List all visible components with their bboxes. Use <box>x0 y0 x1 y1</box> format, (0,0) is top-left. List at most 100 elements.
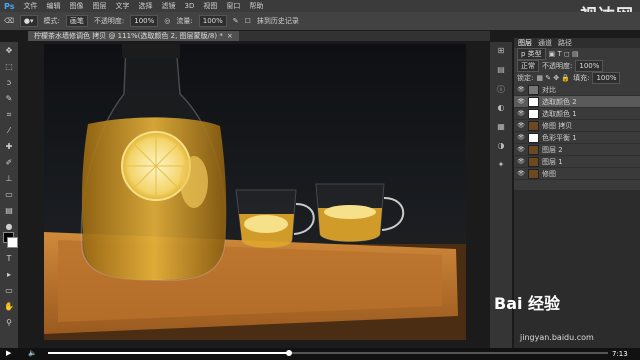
path-select-tool-icon[interactable]: ▸ <box>3 269 15 281</box>
erase-history-checkbox[interactable]: ☐ <box>245 17 251 25</box>
layer-row[interactable]: 👁 色彩平衡 1 <box>514 132 640 144</box>
history-panel-icon[interactable]: ⊞ <box>495 46 507 58</box>
layer-row[interactable]: 👁 修图 <box>514 168 640 180</box>
close-icon[interactable]: × <box>227 32 233 40</box>
eraser-tool-icon[interactable]: ⌫ <box>4 17 14 25</box>
fill-input[interactable]: 100% <box>592 72 621 84</box>
lasso-tool-icon[interactable]: ↄ <box>3 77 15 89</box>
blend-row: 正常 不透明度: 100% <box>514 60 640 72</box>
panel-opacity-input[interactable]: 100% <box>575 60 604 72</box>
layer-name: 图层 1 <box>542 157 563 166</box>
gradient-tool-icon[interactable]: ▤ <box>3 205 15 217</box>
document-tab[interactable]: 柠檬茶水墙修调色 拷贝 @ 111%(选取颜色 2, 图层蒙版/8) * × <box>28 31 239 41</box>
brush-preset-picker[interactable]: ●▾ <box>19 15 38 27</box>
filter-icons[interactable]: ▣ T ◻ ▤ <box>549 50 579 58</box>
layer-name: 色彩平衡 1 <box>542 133 577 142</box>
lock-icons[interactable]: ▦ ✎ ✥ 🔒 <box>536 74 570 82</box>
lemon-slice-back <box>180 156 208 208</box>
lemon-slice-cup-left <box>244 215 288 233</box>
layer-row[interactable]: 👁 修图 拷贝 <box>514 120 640 132</box>
type-tool-icon[interactable]: T <box>3 253 15 265</box>
volume-icon[interactable]: 🔈 <box>28 349 37 357</box>
document-canvas[interactable] <box>44 44 466 340</box>
adjustments-panel-icon[interactable]: ◑ <box>495 141 507 153</box>
hand-tool-icon[interactable]: ✋ <box>3 301 15 313</box>
opacity-input[interactable]: 100% <box>130 15 159 27</box>
layer-name: 对比 <box>542 85 556 94</box>
quick-select-tool-icon[interactable]: ✎ <box>3 93 15 105</box>
color-panel-icon[interactable]: ◐ <box>495 103 507 115</box>
brush-tool-icon[interactable]: ✐ <box>3 157 15 169</box>
menu-help[interactable]: 帮助 <box>249 1 263 11</box>
styles-panel-icon[interactable]: ✦ <box>495 160 507 172</box>
crop-tool-icon[interactable]: ⌗ <box>3 109 15 121</box>
swatches-panel-icon[interactable]: ▦ <box>495 122 507 134</box>
move-tool-icon[interactable]: ✥ <box>3 45 15 57</box>
menu-window[interactable]: 窗口 <box>226 1 240 11</box>
progress-fill <box>48 352 289 354</box>
properties-panel-icon[interactable]: ▤ <box>495 65 507 77</box>
menu-image[interactable]: 图像 <box>69 1 83 11</box>
layer-filter-row: p 类型 ▣ T ◻ ▤ <box>514 48 640 60</box>
adjustment-layer-icon <box>528 96 539 107</box>
menu-layer[interactable]: 图层 <box>92 1 106 11</box>
clone-stamp-tool-icon[interactable]: ⊥ <box>3 173 15 185</box>
erase-history-label: 抹到历史记录 <box>256 17 299 25</box>
fill-label: 填充: <box>573 74 590 82</box>
visibility-eye-icon[interactable]: 👁 <box>517 110 525 117</box>
layer-row[interactable]: 👁 图层 1 <box>514 156 640 168</box>
layer-row[interactable]: 👁 对比 <box>514 84 640 96</box>
play-icon[interactable]: ▶ <box>6 349 11 357</box>
eraser-tool-icon[interactable]: ▭ <box>3 189 15 201</box>
layer-filter-select[interactable]: p 类型 <box>517 48 546 60</box>
visibility-eye-icon[interactable]: 👁 <box>517 170 525 177</box>
progress-track[interactable] <box>48 350 608 356</box>
tab-channels[interactable]: 通道 <box>538 38 552 48</box>
layer-row[interactable]: 👁 选取颜色 1 <box>514 108 640 120</box>
marquee-tool-icon[interactable]: ⬚ <box>3 61 15 73</box>
layer-row[interactable]: 👁 图层 2 <box>514 144 640 156</box>
visibility-eye-icon[interactable]: 👁 <box>517 122 525 129</box>
progress-knob[interactable] <box>285 350 292 356</box>
panel-dock-empty <box>514 190 640 348</box>
visibility-eye-icon[interactable]: 👁 <box>517 86 525 93</box>
document-tab-bar: 柠檬茶水墙修调色 拷贝 @ 111%(选取颜色 2, 图层蒙版/8) * × <box>28 31 490 41</box>
baidu-watermark: Bai 经验 <box>494 294 561 313</box>
info-panel-icon[interactable]: ⓘ <box>495 84 507 96</box>
opacity-label: 不透明度: <box>93 17 125 25</box>
mode-select[interactable]: 画笔 <box>65 15 88 27</box>
visibility-eye-icon[interactable]: 👁 <box>517 158 525 165</box>
menu-view[interactable]: 视图 <box>203 1 217 11</box>
options-bar: ⌫ ●▾ 模式: 画笔 不透明度: 100% ◎ 流量: 100% ✎ ☐ 抹到… <box>0 12 640 30</box>
airbrush-icon[interactable]: ✎ <box>233 17 239 25</box>
menu-type[interactable]: 文字 <box>115 1 129 11</box>
visibility-eye-icon[interactable]: 👁 <box>517 146 525 153</box>
healing-brush-tool-icon[interactable]: ✚ <box>3 141 15 153</box>
adjustment-layer-icon <box>528 108 539 119</box>
shape-tool-icon[interactable]: ▭ <box>3 285 15 297</box>
layer-thumbnail <box>528 168 539 179</box>
tab-paths[interactable]: 路径 <box>558 38 572 48</box>
layer-thumbnail <box>528 144 539 155</box>
layer-name: 选取颜色 2 <box>542 97 577 106</box>
flow-input[interactable]: 100% <box>198 15 227 27</box>
menu-filter[interactable]: 滤镜 <box>161 1 175 11</box>
jug-lid <box>122 44 180 58</box>
visibility-eye-icon[interactable]: 👁 <box>517 134 525 141</box>
visibility-eye-icon[interactable]: 👁 <box>517 98 525 105</box>
menu-3d[interactable]: 3D <box>184 2 194 10</box>
video-player-bar: ▶ 🔈 7:13 <box>0 348 640 360</box>
background-color-swatch[interactable] <box>7 237 18 248</box>
pressure-opacity-icon[interactable]: ◎ <box>164 17 170 25</box>
document-tab-title: 柠檬茶水墙修调色 拷贝 @ 111%(选取颜色 2, 图层蒙版/8) * <box>34 32 223 40</box>
menu-file[interactable]: 文件 <box>23 1 37 11</box>
menu-select[interactable]: 选择 <box>138 1 152 11</box>
layer-row[interactable]: 👁 选取颜色 2 <box>514 96 640 108</box>
menu-edit[interactable]: 编辑 <box>46 1 60 11</box>
eyedropper-tool-icon[interactable]: ⁄ <box>3 125 15 137</box>
app-logo: Ps <box>4 1 15 11</box>
tab-layers[interactable]: 图层 <box>518 38 532 48</box>
blend-mode-select[interactable]: 正常 <box>517 60 539 72</box>
lemon-slice-cup-right <box>324 205 376 219</box>
zoom-tool-icon[interactable]: ⚲ <box>3 317 15 329</box>
